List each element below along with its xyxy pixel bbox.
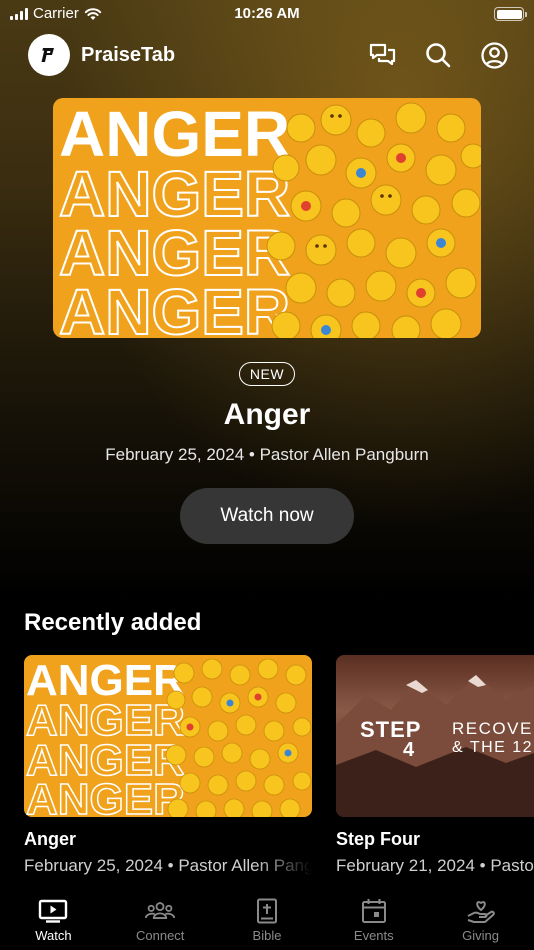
search-icon[interactable]	[424, 41, 452, 69]
praisetab-logo[interactable]	[28, 34, 70, 76]
calendar-icon	[359, 898, 389, 924]
giving-hand-icon	[466, 898, 496, 924]
app-name: PraiseTab	[81, 43, 176, 66]
tab-connect[interactable]: Connect	[107, 888, 214, 950]
emoji-pile-graphic	[165, 658, 312, 817]
tab-bar: Watch Connect Bible Events Giving	[0, 888, 534, 950]
recent-thumb-anger[interactable]: ANGER ANGER ANGER ANGER	[24, 655, 312, 817]
art-word-4: ANGER	[59, 276, 290, 338]
recently-added-heading: Recently added	[24, 609, 202, 636]
tab-events[interactable]: Events	[320, 888, 427, 950]
watch-now-button[interactable]: Watch now	[180, 488, 354, 544]
art-recovery-line: RECOVERY	[452, 719, 534, 738]
status-bar: Carrier 10:26 AM	[0, 0, 534, 30]
step-four-art-text: STEP 4 RECOVERY & THE 12 STEPS	[360, 717, 534, 761]
bible-icon	[252, 898, 282, 924]
new-badge: NEW	[238, 362, 296, 386]
recent-card-meta: February 21, 2024 • Pastor Allen Pangbur…	[336, 856, 534, 875]
emoji-pile-graphic	[266, 102, 481, 338]
tab-label: Giving	[462, 928, 500, 943]
tab-giving[interactable]: Giving	[427, 888, 534, 950]
tab-bible[interactable]: Bible	[214, 888, 321, 950]
new-badge-wrap: NEW	[0, 362, 534, 386]
recent-card-anger[interactable]: ANGER ANGER ANGER ANGER Anger February 2…	[24, 655, 312, 876]
tab-label: Connect	[135, 928, 185, 943]
featured-meta: February 25, 2024 • Pastor Allen Pangbur…	[105, 445, 429, 464]
featured-title: Anger	[223, 398, 311, 431]
battery-icon	[494, 7, 527, 21]
tab-label: Watch	[35, 928, 72, 943]
chat-bubbles-icon[interactable]	[368, 41, 396, 69]
recent-card-title: Step Four	[336, 829, 420, 849]
art-step-number: 4	[403, 739, 415, 761]
tab-label: Events	[353, 928, 394, 943]
tab-watch[interactable]: Watch	[0, 888, 107, 950]
tv-play-icon	[38, 898, 68, 924]
card-art-word-4: ANGER	[26, 775, 185, 817]
art-twelve-steps-line: & THE 12 STEPS	[452, 739, 534, 756]
recent-card-meta: February 25, 2024 • Pastor Allen Pangbur…	[24, 856, 312, 875]
recent-card-step-four[interactable]: STEP 4 RECOVERY & THE 12 STEPS Step Four…	[336, 655, 534, 876]
recent-thumb-step-four[interactable]: STEP 4 RECOVERY & THE 12 STEPS	[336, 655, 534, 817]
tab-label: Bible	[252, 928, 282, 943]
app-header: PraiseTab	[28, 33, 508, 77]
profile-icon[interactable]	[480, 41, 508, 69]
recent-card-title: Anger	[24, 829, 77, 849]
group-icon	[145, 898, 176, 924]
status-time: 10:26 AM	[234, 5, 300, 22]
featured-artwork[interactable]: ANGER ANGER ANGER ANGER	[53, 98, 481, 338]
